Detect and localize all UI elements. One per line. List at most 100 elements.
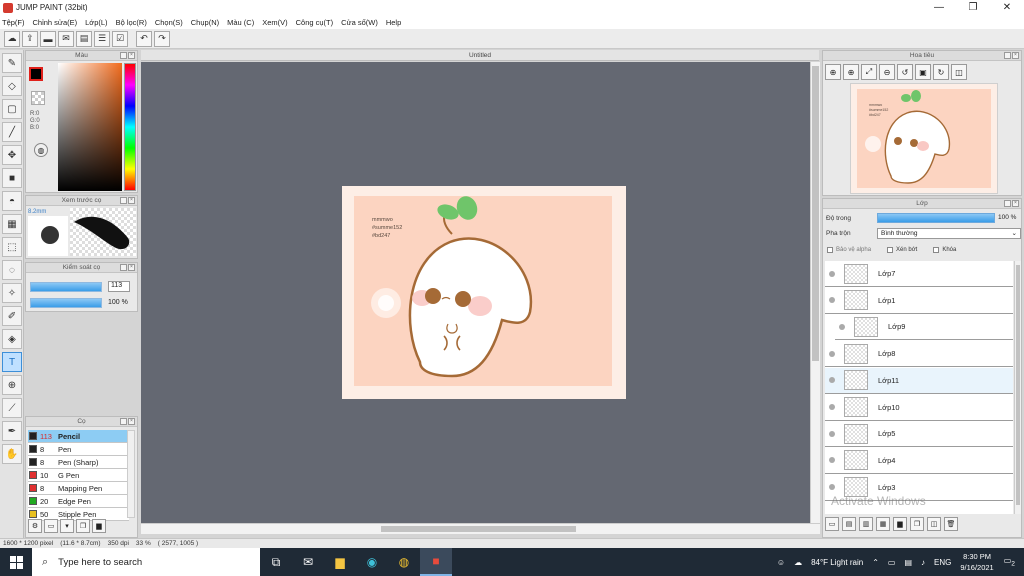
flip-icon[interactable]: ◫ xyxy=(951,64,967,80)
brush-opacity-slider[interactable] xyxy=(30,298,102,308)
layer-row[interactable]: Lớp4 xyxy=(825,447,1013,474)
close-button[interactable]: ✕ xyxy=(990,0,1024,15)
rotate-right-icon[interactable]: ↻ xyxy=(933,64,949,80)
chrome-browser-icon[interactable]: ◍ xyxy=(388,548,420,576)
canvas-vertical-scrollbar[interactable] xyxy=(810,62,820,523)
comment-icon[interactable]: ▬ xyxy=(40,30,56,47)
clock[interactable]: 8:30 PM 9/16/2021 xyxy=(960,551,993,573)
layer-visibility-icon[interactable] xyxy=(829,430,835,437)
layer-visibility-icon[interactable] xyxy=(829,377,835,384)
new-text-layer-icon[interactable]: ▥ xyxy=(859,517,873,531)
saturation-value-picker[interactable] xyxy=(58,63,122,191)
network-icon[interactable]: ▤ xyxy=(904,558,912,567)
brush-item[interactable]: 113 Pencil xyxy=(28,430,129,443)
new-brush-icon[interactable]: ▭ xyxy=(44,519,58,533)
menu-edit[interactable]: Chỉnh sửa(E) xyxy=(33,18,78,27)
brush-settings-icon[interactable]: ⚙ xyxy=(28,519,42,533)
brush-folder-icon[interactable]: ▆ xyxy=(92,519,106,533)
menu-color[interactable]: Màu (C) xyxy=(227,18,254,27)
brush-item[interactable]: 10 G Pen xyxy=(28,469,129,482)
checklist-icon[interactable]: ☑ xyxy=(112,30,128,47)
delete-layer-icon[interactable]: 🗑 xyxy=(944,517,958,531)
layer-visibility-icon[interactable] xyxy=(829,350,835,357)
start-button[interactable] xyxy=(0,548,32,576)
share-icon[interactable]: ⇪ xyxy=(22,30,38,47)
layer-visibility-icon[interactable] xyxy=(829,270,835,277)
menu-layer[interactable]: Lớp(L) xyxy=(85,18,107,27)
layer-visibility-icon[interactable] xyxy=(839,323,845,330)
task-view-icon[interactable]: ⧉ xyxy=(260,548,292,576)
maximize-button[interactable]: ❐ xyxy=(956,0,990,15)
weather-text[interactable]: 84°F Light rain xyxy=(811,558,863,567)
cloud-icon[interactable]: ☁ xyxy=(4,30,20,47)
palette-icon[interactable]: ◍ xyxy=(34,143,48,157)
layer-visibility-icon[interactable] xyxy=(829,404,835,410)
battery-icon[interactable]: ▭ xyxy=(888,558,896,567)
brush-item[interactable]: 8 Mapping Pen xyxy=(28,482,129,495)
new-vector-layer-icon[interactable]: ▤ xyxy=(842,517,856,531)
rect-tool-icon[interactable]: ▢ xyxy=(2,99,22,119)
layer-row[interactable]: Lớp10 xyxy=(825,394,1013,421)
select-rect-tool-icon[interactable]: ⬚ xyxy=(2,237,22,257)
clipping-checkbox[interactable]: Xén bớt xyxy=(887,247,917,253)
document-icon[interactable]: ▤ xyxy=(76,30,92,47)
brush-item[interactable]: 8 Pen xyxy=(28,443,129,456)
new-layer-icon[interactable]: ▭ xyxy=(825,517,839,531)
merge-layer-icon[interactable]: ◫ xyxy=(927,517,941,531)
menu-file[interactable]: Tệp(F) xyxy=(2,18,25,27)
menu-view[interactable]: Xem(V) xyxy=(262,18,287,27)
foreground-color-swatch[interactable] xyxy=(29,67,43,81)
canvas-tab[interactable]: Untitled xyxy=(141,50,819,61)
artboard[interactable]: mmmwo #summe152 #bd247 xyxy=(342,186,626,399)
taskbar-search[interactable]: ⌕ Type here to search xyxy=(32,548,260,576)
people-icon[interactable]: ☺ xyxy=(777,558,785,567)
actual-size-icon[interactable]: ▣ xyxy=(915,64,931,80)
select-eraser-tool-icon[interactable]: ◈ xyxy=(2,329,22,349)
brush-menu-icon[interactable]: ▾ xyxy=(60,519,74,533)
file-explorer-icon[interactable]: ▆ xyxy=(324,548,356,576)
gradient-tool-icon[interactable]: ▦ xyxy=(2,214,22,234)
menu-capture[interactable]: Chụp(N) xyxy=(191,18,219,27)
text-tool-icon[interactable]: T xyxy=(2,352,22,372)
redo-icon[interactable]: ↷ xyxy=(154,30,170,47)
panel-float-icon[interactable] xyxy=(120,52,127,59)
weather-icon[interactable]: ☁ xyxy=(794,558,802,567)
brush-item[interactable]: 8 Pen (Sharp) xyxy=(28,456,129,469)
brush-tool-icon[interactable]: ✎ xyxy=(2,53,22,73)
language-indicator[interactable]: ENG xyxy=(934,558,951,567)
new-halftone-layer-icon[interactable]: ▦ xyxy=(876,517,890,531)
layer-row[interactable]: Lớp7 xyxy=(825,261,1013,287)
layer-opacity-slider[interactable] xyxy=(877,213,995,223)
volume-icon[interactable]: ♪ xyxy=(921,558,925,567)
brush-size-input[interactable]: 113 xyxy=(108,281,130,292)
canvas-horizontal-scrollbar[interactable] xyxy=(141,523,820,534)
protect-alpha-checkbox[interactable]: Bảo vệ alpha xyxy=(827,247,871,253)
blend-mode-select[interactable]: Bình thường ⌄ xyxy=(877,228,1021,239)
fill-rect-tool-icon[interactable]: ■ xyxy=(2,168,22,188)
menu-filter[interactable]: Bộ lọc(R) xyxy=(116,18,147,27)
lock-checkbox[interactable]: Khóa xyxy=(933,247,956,253)
menu-select[interactable]: Chọn(S) xyxy=(155,18,183,27)
menu-window[interactable]: Cửa số(W) xyxy=(341,18,378,27)
pen-dropper-tool-icon[interactable]: ✒ xyxy=(2,421,22,441)
panel-close-icon[interactable]: × xyxy=(128,52,135,59)
duplicate-layer-icon[interactable]: ❐ xyxy=(910,517,924,531)
hand-tool-icon[interactable]: ✋ xyxy=(2,444,22,464)
list-icon[interactable]: ☰ xyxy=(94,30,110,47)
bucket-tool-icon[interactable]: ◓ xyxy=(2,191,22,211)
new-folder-icon[interactable]: ▆ xyxy=(893,517,907,531)
minimize-button[interactable]: — xyxy=(922,0,956,15)
layer-visibility-icon[interactable] xyxy=(829,484,835,491)
fit-window-icon[interactable]: ⤢ xyxy=(861,64,877,80)
dropper-tool-icon[interactable]: ⟋ xyxy=(2,398,22,418)
notification-icon[interactable]: ▭2 xyxy=(1004,556,1015,568)
brush-copy-icon[interactable]: ❐ xyxy=(76,519,90,533)
line-tool-icon[interactable]: ╱ xyxy=(2,122,22,142)
brush-item[interactable]: 20 Edge Pen xyxy=(28,495,129,508)
layer-row[interactable]: Lớp8 xyxy=(825,341,1013,368)
undo-icon[interactable]: ↶ xyxy=(136,30,152,47)
eraser-tool-icon[interactable]: ◇ xyxy=(2,76,22,96)
transparent-color-swatch[interactable] xyxy=(31,91,45,105)
layer-row[interactable]: Lớp5 xyxy=(825,421,1013,448)
brush-list-scrollbar[interactable] xyxy=(127,430,135,518)
